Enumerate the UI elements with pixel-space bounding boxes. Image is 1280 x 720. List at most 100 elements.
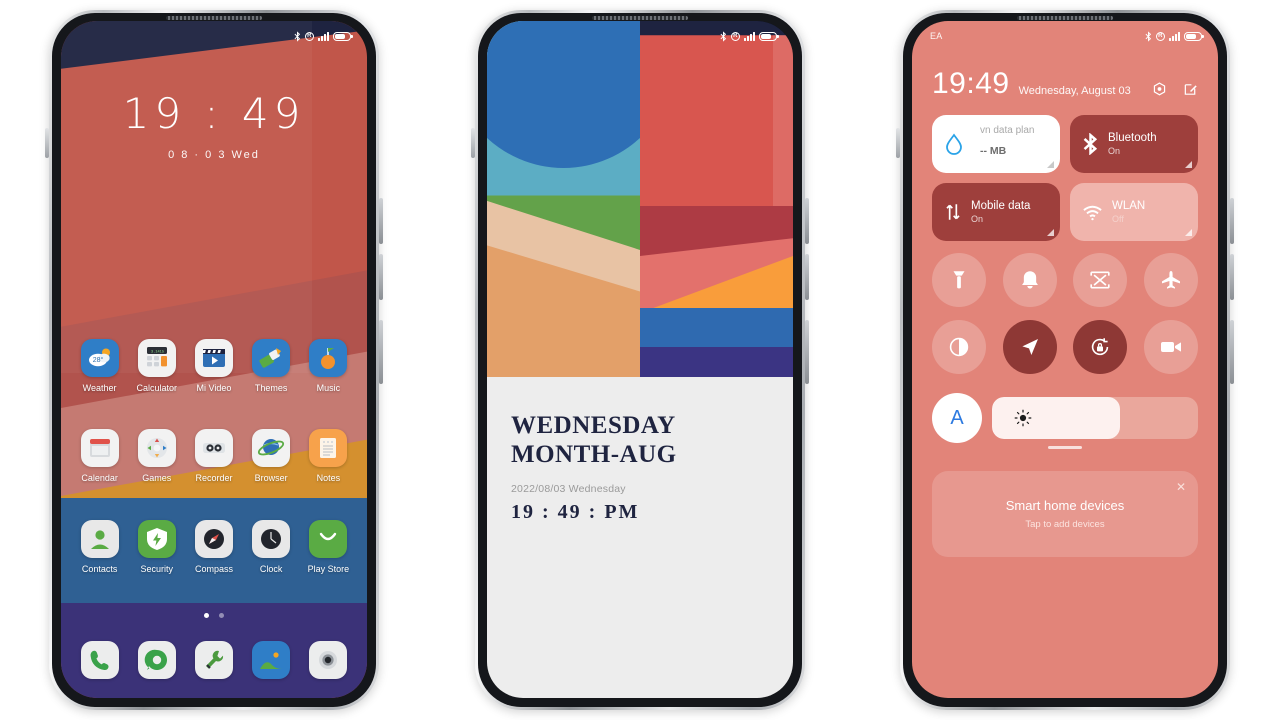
dock-tools[interactable] xyxy=(186,641,242,679)
header-time: 19:49 xyxy=(932,67,1010,100)
app-grid: 28° Weather 3.1415 Calculator Mi Video T… xyxy=(61,339,367,393)
panel-drag-handle[interactable] xyxy=(1048,446,1082,449)
power-button[interactable] xyxy=(379,320,383,384)
app-notes[interactable]: Notes xyxy=(300,429,356,483)
tile-expand-corner[interactable] xyxy=(1047,161,1054,168)
app-browser[interactable]: Browser xyxy=(243,429,299,483)
brightness-slider[interactable] xyxy=(992,397,1198,439)
page-indicator xyxy=(61,613,367,618)
tile-title: Mobile data xyxy=(971,200,1031,212)
status-bar-2: R xyxy=(487,21,793,51)
date-subline: 2022/08/03 Wednesday xyxy=(511,483,626,496)
quick-setting-tiles: vn data plan -- MB Bluetooth On Mobile d… xyxy=(932,115,1198,251)
wallpaper-right-half xyxy=(640,21,793,378)
app-calculator[interactable]: 3.1415 Calculator xyxy=(129,339,185,393)
phone-bezel-1: R 19 : 49 0 8 · 0 3 Wed 28° Weather 3.14… xyxy=(52,13,376,707)
app-music[interactable]: Music xyxy=(300,339,356,393)
location-toggle[interactable] xyxy=(1002,320,1057,374)
dock-messages[interactable] xyxy=(129,641,185,679)
volume-down-button[interactable] xyxy=(1230,254,1234,300)
app-themes[interactable]: Themes xyxy=(243,339,299,393)
tile-text: Bluetooth On xyxy=(1108,132,1157,156)
close-icon[interactable]: ✕ xyxy=(1176,480,1186,494)
volume-down-button[interactable] xyxy=(805,254,809,300)
bluetooth-tile[interactable]: Bluetooth On xyxy=(1070,115,1198,173)
clock-time: 19 : 49 xyxy=(122,89,306,138)
app-play-store[interactable]: Play Store xyxy=(300,520,356,574)
wallpaper-left-half xyxy=(487,21,680,378)
side-key[interactable] xyxy=(896,128,900,158)
app-label: Calculator xyxy=(136,383,178,393)
power-button[interactable] xyxy=(805,320,809,384)
phone-device-1: R 19 : 49 0 8 · 0 3 Wed 28° Weather 3.14… xyxy=(45,10,383,710)
status-icons-3: R xyxy=(1145,30,1204,42)
page-dot-2[interactable] xyxy=(219,613,224,618)
tile-expand-corner[interactable] xyxy=(1047,229,1054,236)
contrast-icon xyxy=(949,337,969,357)
tile-text: Mobile data On xyxy=(971,200,1030,224)
wlan-tile[interactable]: WLAN Off xyxy=(1070,183,1198,241)
app-games[interactable]: Games xyxy=(129,429,185,483)
play-store-icon xyxy=(309,520,348,558)
app-row-3: Contacts Security Compass Clock Play Sto… xyxy=(61,520,367,574)
roaming-icon: R xyxy=(731,31,740,41)
side-key[interactable] xyxy=(471,128,475,158)
tile-text: WLAN Off xyxy=(1112,200,1145,224)
data-plan-value: -- MB xyxy=(980,145,1007,157)
dock-phone[interactable] xyxy=(72,641,128,679)
app-label: Browser xyxy=(254,473,288,483)
app-label: Clock xyxy=(259,564,283,574)
app-compass[interactable]: Compass xyxy=(186,520,242,574)
airplane-icon xyxy=(1161,271,1180,289)
app-contacts[interactable]: Contacts xyxy=(72,520,128,574)
mobile-data-tile[interactable]: Mobile data On xyxy=(932,183,1060,241)
app-clock[interactable]: Clock xyxy=(243,520,299,574)
airplane-mode-toggle[interactable] xyxy=(1143,253,1198,307)
lock-text-block: WEDNESDAY MONTH-AUG 2022/08/03 Wednesday… xyxy=(511,411,677,524)
tile-expand-corner[interactable] xyxy=(1185,161,1192,168)
side-key[interactable] xyxy=(45,128,49,158)
volume-up-button[interactable] xyxy=(805,198,809,244)
dock-camera[interactable] xyxy=(300,641,356,679)
signal-icon xyxy=(1169,31,1180,41)
volume-up-button[interactable] xyxy=(1230,198,1234,244)
app-recorder[interactable]: Recorder xyxy=(186,429,242,483)
smart-home-card[interactable]: ✕ Smart home devices Tap to add devices xyxy=(932,471,1198,557)
app-calendar[interactable]: Calendar xyxy=(72,429,128,483)
settings-gear-icon[interactable] xyxy=(1152,82,1167,97)
edit-pencil-icon[interactable] xyxy=(1183,82,1198,97)
compass-icon xyxy=(194,520,233,558)
contacts-icon xyxy=(80,520,119,558)
screenshot-toggle[interactable] xyxy=(1073,253,1128,307)
tile-row-1: vn data plan -- MB Bluetooth On xyxy=(932,115,1198,173)
clock-icon xyxy=(252,520,291,558)
weather-icon: 28° xyxy=(80,339,119,377)
wallpaper-glass-overlay xyxy=(61,21,312,374)
ringer-toggle[interactable] xyxy=(1002,253,1057,307)
dock-gallery[interactable] xyxy=(243,641,299,679)
dark-mode-toggle[interactable] xyxy=(932,320,986,374)
lock-wallpaper xyxy=(487,21,793,378)
auto-brightness-button[interactable]: A xyxy=(932,393,982,443)
flashlight-toggle[interactable] xyxy=(932,253,986,307)
power-button[interactable] xyxy=(1230,320,1234,384)
app-weather[interactable]: 28° Weather xyxy=(72,339,128,393)
volume-up-button[interactable] xyxy=(379,198,383,244)
rotation-lock-toggle[interactable] xyxy=(1073,320,1128,374)
gallery-icon xyxy=(252,641,291,679)
bluetooth-icon xyxy=(1145,30,1152,42)
app-security[interactable]: Security xyxy=(129,520,185,574)
data-plan-tile[interactable]: vn data plan -- MB xyxy=(932,115,1060,173)
dock-row xyxy=(61,641,367,679)
app-row-1: 28° Weather 3.1415 Calculator Mi Video T… xyxy=(61,339,367,393)
app-label: Play Store xyxy=(307,564,350,574)
app-label: Calendar xyxy=(81,473,118,483)
wallpaper-indigo-block xyxy=(640,346,793,378)
roaming-icon: R xyxy=(1156,31,1165,41)
app-mi-video[interactable]: Mi Video xyxy=(186,339,242,393)
volume-down-button[interactable] xyxy=(379,254,383,300)
page-dot-1[interactable] xyxy=(204,613,209,618)
screen-record-toggle[interactable] xyxy=(1143,320,1198,374)
tile-expand-corner[interactable] xyxy=(1185,229,1192,236)
earpiece-speaker xyxy=(1017,16,1113,20)
